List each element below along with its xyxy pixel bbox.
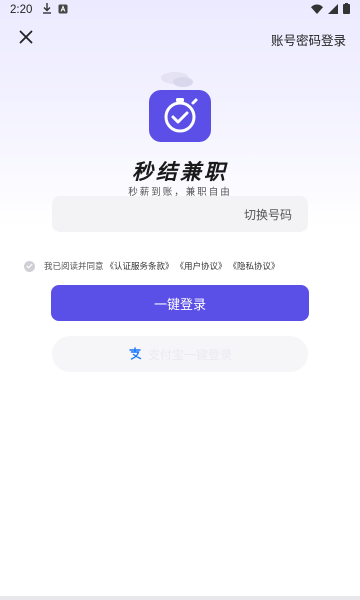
status-bar: 2:20	[0, 0, 360, 20]
app-a-icon	[58, 4, 68, 17]
terms-link[interactable]: 《认证服务条款》	[106, 260, 174, 272]
app-logo	[145, 70, 217, 146]
alipay-login-button[interactable]: 支付宝一键登录	[52, 336, 308, 372]
top-bar: 账号密码登录	[0, 24, 360, 54]
check-icon	[26, 263, 33, 269]
stopwatch-check-icon	[149, 72, 211, 142]
alipay-icon	[128, 347, 142, 361]
wifi-icon	[311, 4, 323, 17]
password-login-link[interactable]: 账号密码登录	[271, 30, 346, 49]
agreement-row: 我已阅读并同意 《认证服务条款》 《用户协议》 《隐私协议》	[24, 259, 344, 273]
signal-icon	[328, 3, 338, 17]
status-right-icons	[311, 3, 350, 17]
close-icon	[19, 29, 33, 48]
user-agreement-link[interactable]: 《用户协议》	[176, 260, 227, 272]
alipay-login-label: 支付宝一键登录	[147, 347, 232, 362]
switch-number-link[interactable]: 切换号码	[244, 206, 292, 223]
brand-title: 秒结兼职	[132, 160, 228, 184]
phone-number-field[interactable]: 切换号码	[52, 196, 308, 232]
privacy-agreement-link[interactable]: 《隐私协议》	[229, 260, 280, 272]
download-icon	[42, 3, 52, 17]
status-time: 2:20	[10, 4, 33, 16]
battery-icon	[343, 3, 350, 17]
close-button[interactable]	[14, 26, 38, 50]
one-click-login-label: 一键登录	[153, 297, 206, 313]
agreement-checkbox[interactable]	[24, 260, 35, 272]
one-click-login-button[interactable]: 一键登录	[51, 285, 309, 321]
agreement-prefix: 我已阅读并同意	[44, 262, 104, 272]
status-left-icons	[42, 3, 68, 17]
bottom-edge	[0, 596, 360, 600]
